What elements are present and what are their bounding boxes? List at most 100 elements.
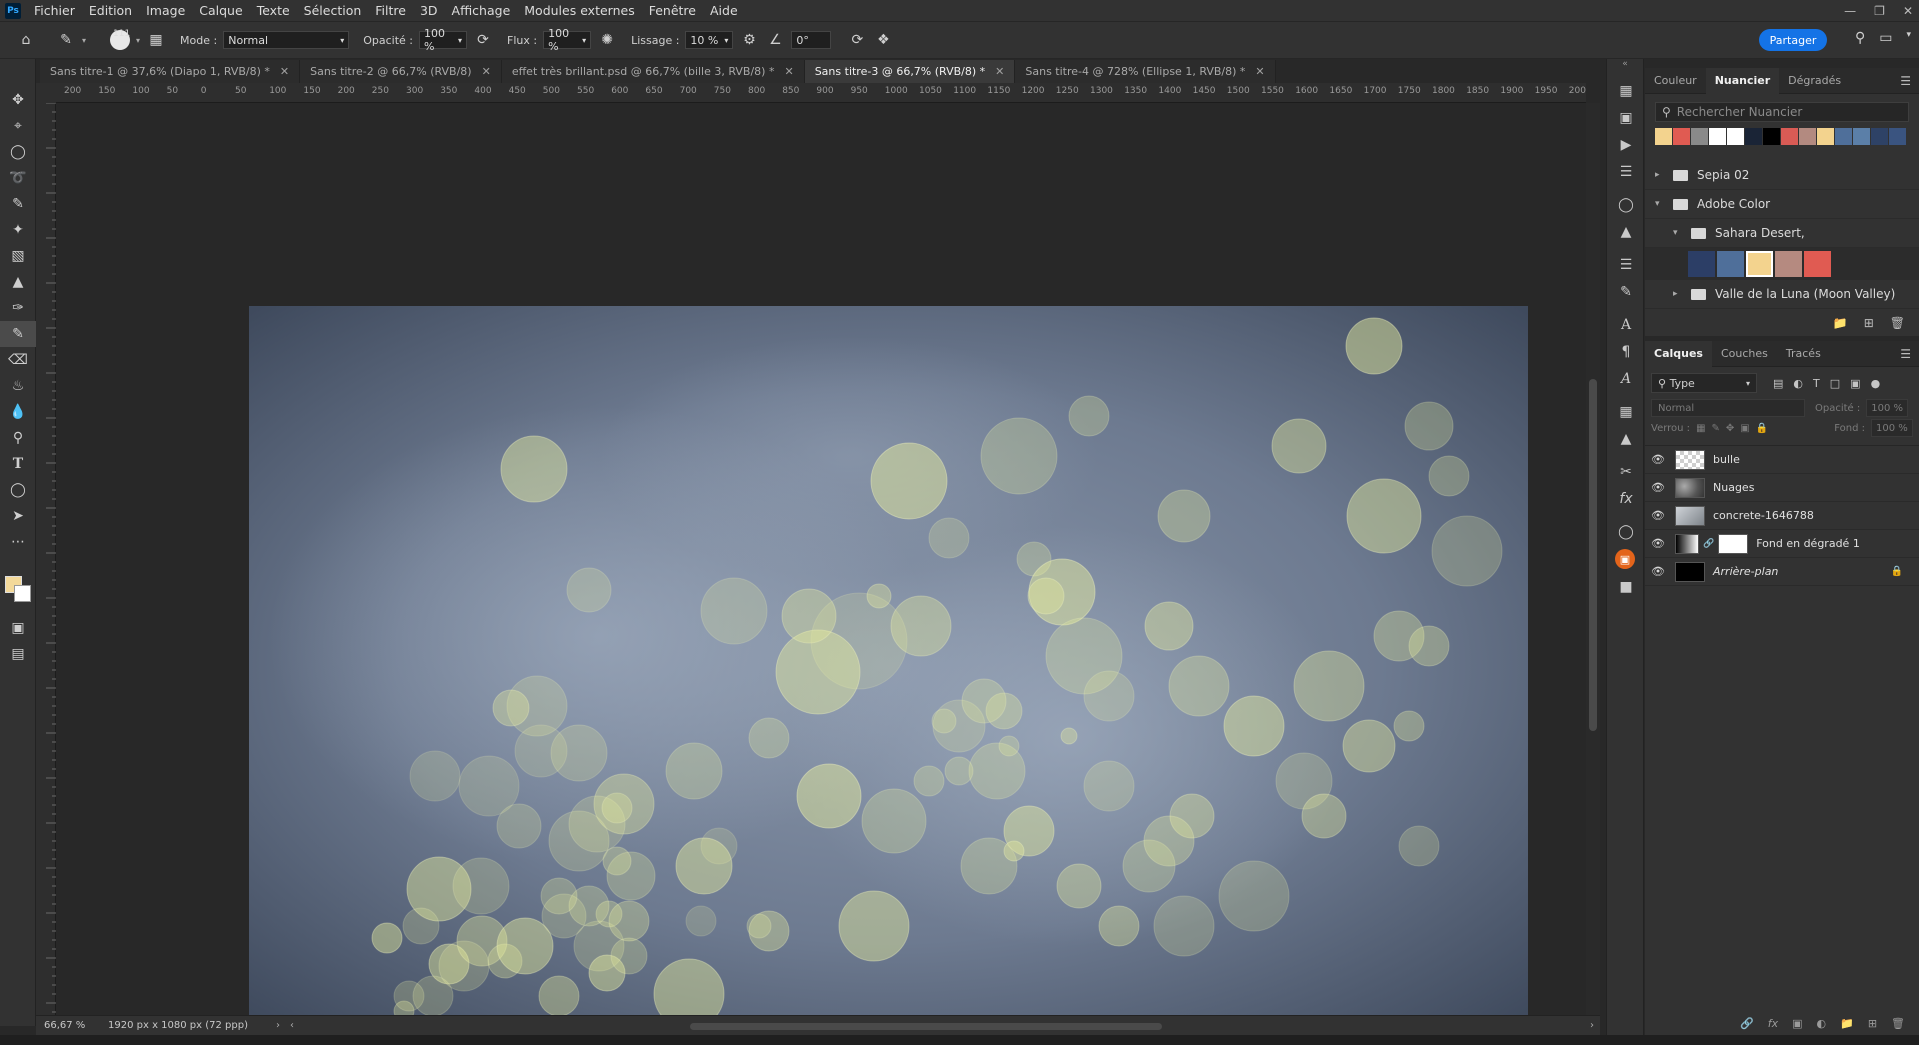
- gear-icon[interactable]: ⚙: [739, 30, 759, 50]
- tab-sans-titre-4[interactable]: Sans titre-4 @ 728% (Ellipse 1, RVB/8) *…: [1015, 60, 1276, 83]
- close-icon[interactable]: ✕: [482, 65, 491, 78]
- swatch[interactable]: [1655, 128, 1672, 145]
- paint-bucket-tool-icon[interactable]: ♨: [0, 373, 36, 399]
- filter-toggle-icon[interactable]: ●: [1871, 377, 1881, 390]
- tab-sans-titre-2[interactable]: Sans titre-2 @ 66,7% (RVB/8) ✕: [300, 60, 502, 83]
- close-icon[interactable]: ✕: [1255, 65, 1264, 78]
- glyphs-icon[interactable]: A: [1607, 365, 1645, 392]
- clone-stamp-tool-icon[interactable]: ▲: [0, 269, 36, 295]
- swatch[interactable]: [1799, 128, 1816, 145]
- workspace-icon[interactable]: ▭: [1879, 30, 1892, 46]
- tab-calques[interactable]: Calques: [1645, 340, 1712, 367]
- tab-degrades[interactable]: Dégradés: [1779, 68, 1850, 94]
- ellipse-shape-tool-icon[interactable]: ◯: [0, 477, 36, 503]
- swatch[interactable]: [1871, 128, 1888, 145]
- adjustment-layer-icon[interactable]: ◐: [1817, 1017, 1827, 1030]
- airbrush-icon[interactable]: ✺: [597, 30, 617, 50]
- quick-mask-icon[interactable]: ▣: [0, 615, 36, 641]
- libraries-icon[interactable]: ▦: [1607, 398, 1645, 425]
- menu-edition[interactable]: Edition: [82, 0, 139, 21]
- eyedropper-tool-icon[interactable]: ✑: [0, 295, 36, 321]
- pressure-opacity-icon[interactable]: ⟳: [473, 30, 493, 50]
- more-tools-icon[interactable]: ⋯: [0, 529, 36, 555]
- filter-type-icon[interactable]: T: [1813, 377, 1820, 390]
- mode-select[interactable]: Normal ▾: [223, 31, 350, 49]
- paragraph-icon[interactable]: ¶: [1607, 338, 1645, 365]
- lock-pixels-icon[interactable]: ✎: [1712, 423, 1720, 434]
- zoom-level[interactable]: 66,67 %: [36, 1020, 96, 1031]
- brush-presets-icon[interactable]: ✎: [1607, 278, 1645, 305]
- character-icon[interactable]: A: [1607, 311, 1645, 338]
- swatch-group-valle-de-la-luna[interactable]: ▸ Valle de la Luna (Moon Valley): [1645, 280, 1919, 309]
- vertical-ruler[interactable]: [36, 102, 56, 1015]
- tab-couleur[interactable]: Couleur: [1645, 68, 1706, 94]
- screen-mode-icon[interactable]: ▤: [0, 641, 36, 667]
- move-tool-icon[interactable]: ✥: [0, 87, 36, 113]
- link-icon[interactable]: 🔗: [1703, 539, 1714, 549]
- symmetry-icon[interactable]: ❖: [873, 30, 893, 50]
- menu-selection[interactable]: Sélection: [297, 0, 369, 21]
- chevron-down-icon[interactable]: ▾: [1906, 30, 1911, 46]
- search-icon[interactable]: ⚲: [1855, 30, 1865, 46]
- filter-smart-object-icon[interactable]: ▣: [1850, 377, 1860, 390]
- panel-menu-icon[interactable]: ☰: [1900, 347, 1911, 361]
- vertical-scrollbar-thumb[interactable]: [1589, 379, 1597, 731]
- close-icon[interactable]: ✕: [784, 65, 793, 78]
- brush-settings-icon[interactable]: ▦: [146, 30, 166, 50]
- menu-filtre[interactable]: Filtre: [368, 0, 413, 21]
- share-button[interactable]: Partager: [1759, 29, 1827, 51]
- menu-aide[interactable]: Aide: [703, 0, 745, 21]
- tab-nuancier[interactable]: Nuancier: [1705, 67, 1780, 94]
- 3d-icon[interactable]: ◯: [1607, 518, 1645, 545]
- visibility-eye-icon[interactable]: 👁: [1645, 481, 1671, 494]
- menu-texte[interactable]: Texte: [250, 0, 297, 21]
- swatch[interactable]: [1804, 251, 1831, 277]
- swatch-group-sepia-02[interactable]: ▸ Sepia 02: [1645, 161, 1919, 190]
- layer-bulle[interactable]: 👁 bulle: [1645, 446, 1919, 474]
- history-icon[interactable]: ▦: [1607, 77, 1645, 104]
- menu-affichage[interactable]: Affichage: [445, 0, 518, 21]
- blend-mode-select[interactable]: Normal: [1651, 399, 1805, 417]
- clone-source-icon[interactable]: ▲: [1607, 218, 1645, 245]
- swatch[interactable]: [1745, 128, 1762, 145]
- play-actions-icon[interactable]: ▶: [1607, 131, 1645, 158]
- swatch[interactable]: [1889, 128, 1906, 145]
- filter-adjustment-icon[interactable]: ◐: [1793, 377, 1803, 390]
- close-icon[interactable]: ✕: [280, 65, 289, 78]
- smoothing-input[interactable]: 10 % ▾: [685, 31, 734, 49]
- chevron-down-icon[interactable]: ▾: [1673, 228, 1685, 238]
- chevron-down-icon[interactable]: ▾: [1655, 199, 1667, 209]
- close-icon[interactable]: ✕: [995, 65, 1004, 78]
- swatch-group-adobe-color[interactable]: ▾ Adobe Color: [1645, 190, 1919, 219]
- swatch-search-input[interactable]: ⚲ Rechercher Nuancier: [1655, 102, 1909, 122]
- lock-artboard-icon[interactable]: ▣: [1740, 423, 1749, 434]
- visibility-eye-icon[interactable]: 👁: [1645, 453, 1671, 466]
- lock-icon[interactable]: 🔒: [1891, 566, 1903, 577]
- minimize-icon[interactable]: —: [1844, 4, 1856, 18]
- link-layers-icon[interactable]: 🔗: [1740, 1017, 1754, 1030]
- brushes-icon[interactable]: ◯: [1607, 191, 1645, 218]
- chevron-down-icon[interactable]: ▾: [136, 36, 140, 45]
- tab-traces[interactable]: Tracés: [1777, 341, 1830, 367]
- swatch[interactable]: [1763, 128, 1780, 145]
- visibility-eye-icon[interactable]: 👁: [1645, 565, 1671, 578]
- trash-icon[interactable]: 🗑: [1891, 1017, 1905, 1030]
- tools-options-icon[interactable]: ✂: [1607, 458, 1645, 485]
- chevron-left-icon[interactable]: ‹: [290, 1020, 294, 1031]
- type-style-icon[interactable]: ▲: [1607, 425, 1645, 452]
- magic-wand-tool-icon[interactable]: ✦: [0, 217, 36, 243]
- menu-fenetre[interactable]: Fenêtre: [642, 0, 703, 21]
- chevron-right-icon[interactable]: ›: [1590, 1020, 1594, 1031]
- swatch[interactable]: [1709, 128, 1726, 145]
- swatch[interactable]: [1775, 251, 1802, 277]
- chevron-down-icon[interactable]: ▾: [82, 36, 86, 45]
- healing-brush-tool-icon[interactable]: ▧: [0, 243, 36, 269]
- document-artwork[interactable]: [249, 306, 1528, 1025]
- swatch[interactable]: [1853, 128, 1870, 145]
- brush-tool-preset-icon[interactable]: ✎: [56, 30, 76, 50]
- menu-calque[interactable]: Calque: [192, 0, 249, 21]
- visibility-eye-icon[interactable]: 👁: [1645, 537, 1671, 550]
- layer-style-fx-icon[interactable]: fx: [1768, 1017, 1778, 1030]
- brush-tool-icon[interactable]: ✎: [0, 321, 36, 347]
- chevron-right-icon[interactable]: ▸: [1655, 170, 1667, 180]
